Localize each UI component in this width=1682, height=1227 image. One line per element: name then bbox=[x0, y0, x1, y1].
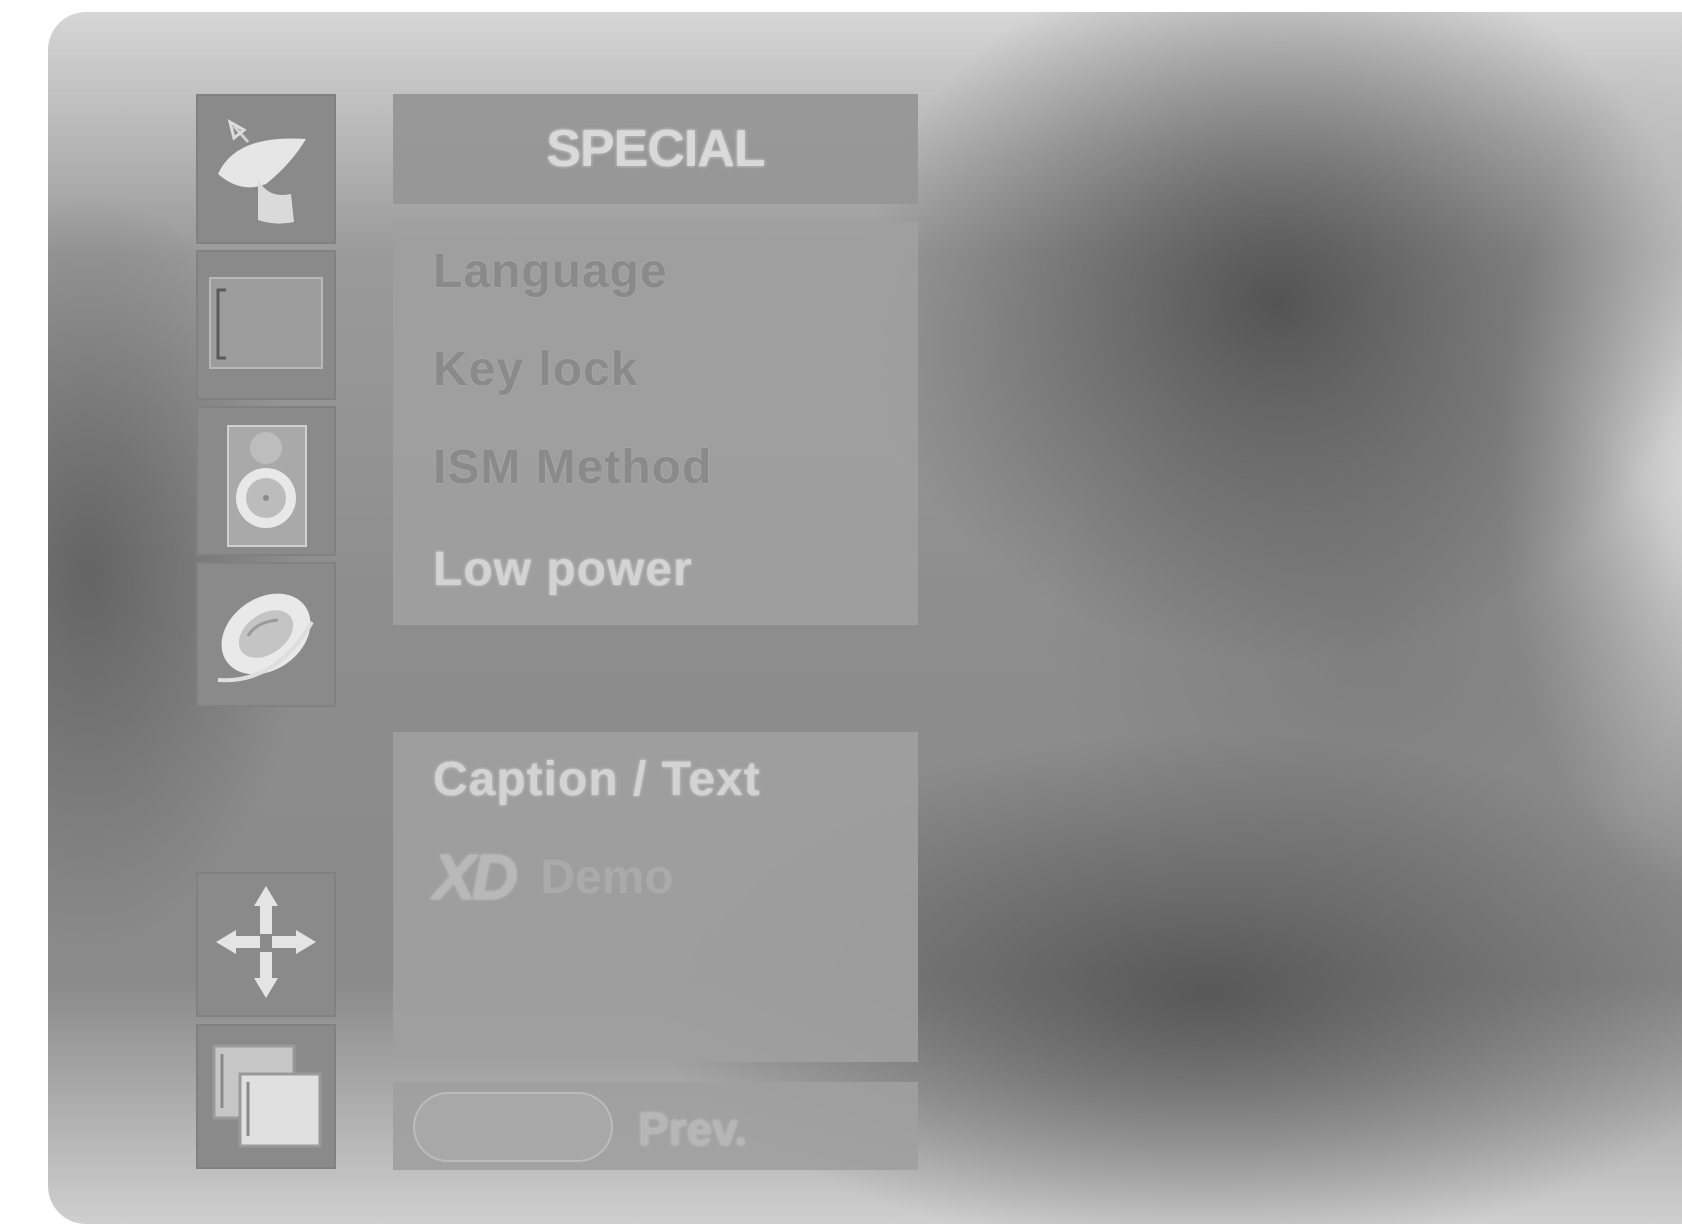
disc-icon bbox=[217, 593, 314, 683]
speaker-icon bbox=[227, 425, 307, 547]
menu-item-key-lock[interactable]: Key lock bbox=[433, 342, 638, 397]
tab-sound[interactable] bbox=[196, 406, 336, 556]
menu-item-xd-demo[interactable]: XD Demo bbox=[433, 840, 674, 914]
satellite-dish-icon bbox=[218, 118, 306, 224]
osd-screen: SPECIAL Language Key lock ISM Method Low… bbox=[48, 12, 1682, 1224]
xd-demo-label: Demo bbox=[540, 850, 674, 904]
menu-key-button[interactable] bbox=[413, 1092, 613, 1162]
tab-time[interactable] bbox=[196, 562, 336, 707]
menu-title-bar: SPECIAL bbox=[393, 94, 918, 204]
tab-pip[interactable] bbox=[196, 1024, 336, 1169]
footer-bar: Prev. bbox=[393, 1082, 918, 1170]
prev-label: Prev. bbox=[638, 1103, 748, 1155]
tab-picture[interactable] bbox=[196, 250, 336, 400]
menu-item-caption-text[interactable]: Caption / Text bbox=[433, 752, 761, 807]
menu-title: SPECIAL bbox=[546, 120, 765, 178]
menu-item-low-power[interactable]: Low power bbox=[433, 542, 693, 597]
menu-item-ism-method[interactable]: ISM Method bbox=[433, 440, 712, 495]
pip-windows-icon bbox=[212, 1044, 322, 1148]
menu-item-language[interactable]: Language bbox=[433, 244, 668, 299]
screen-icon bbox=[209, 277, 323, 369]
tab-station[interactable] bbox=[196, 94, 336, 244]
xd-logo: XD bbox=[433, 841, 518, 913]
sub-menu-list: Caption / Text XD Demo bbox=[393, 732, 918, 1062]
tab-position[interactable] bbox=[196, 872, 336, 1017]
special-menu-list: Language Key lock ISM Method Low power bbox=[393, 222, 918, 625]
move-arrows-icon bbox=[216, 886, 316, 998]
